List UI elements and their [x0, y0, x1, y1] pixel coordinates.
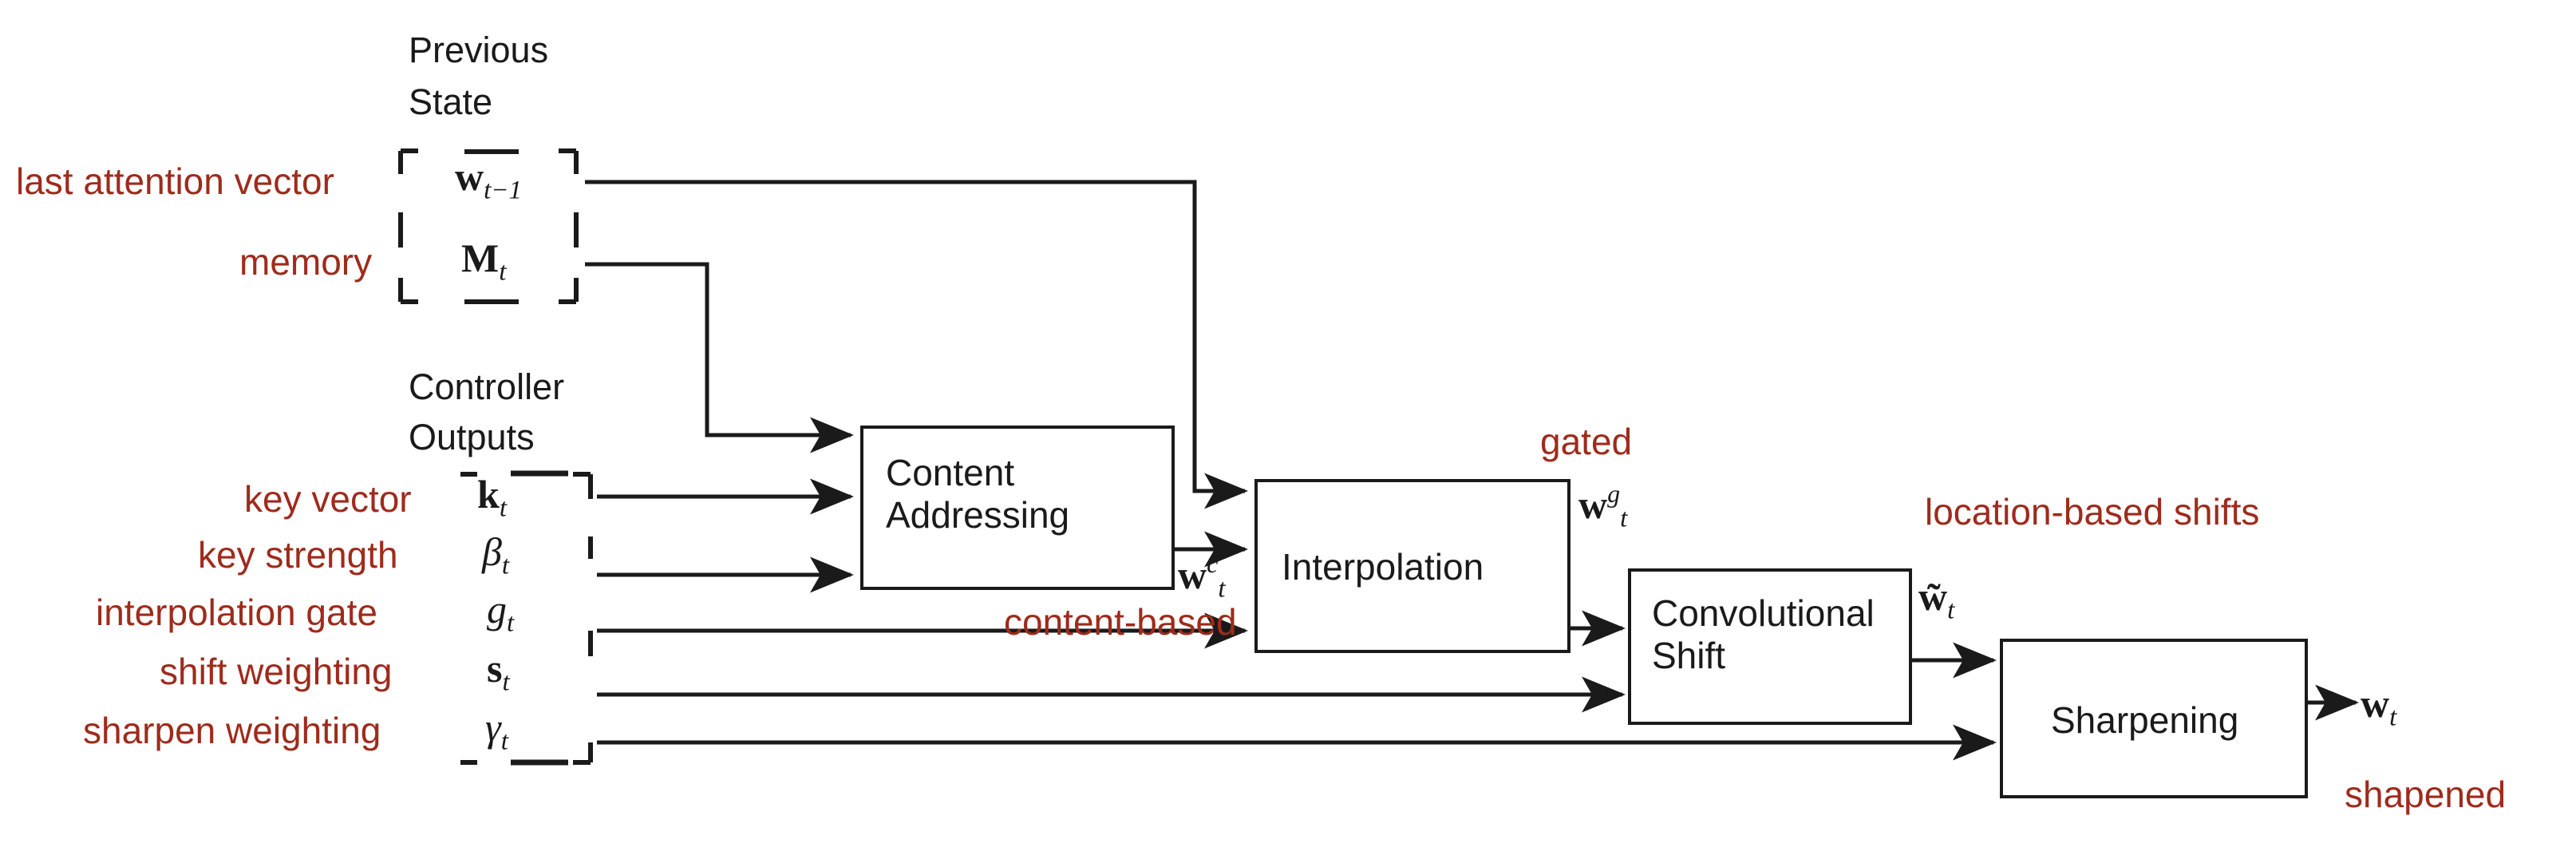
- symbol-shifted-weighting: w̃t: [1918, 574, 1955, 625]
- node-sharpening-label: Sharpening: [2051, 699, 2239, 741]
- annotation-memory: memory: [239, 241, 373, 283]
- annotation-shapened: shapened: [2345, 774, 2507, 815]
- annotation-shift-weighting: shift weighting: [160, 651, 393, 692]
- node-convolutional-shift-label: Convolutional Shift: [1652, 592, 1875, 677]
- symbol-interpolation-gate: gt: [487, 587, 515, 638]
- symbol-w-prev: wt−1: [455, 154, 523, 205]
- diagram-canvas: Content Addressing Interpolation Convolu…: [0, 0, 2576, 867]
- controller-outputs-heading-line1: Controller: [409, 366, 565, 407]
- annotation-content-based: content-based: [1004, 601, 1237, 643]
- previous-state-heading-line2: State: [409, 81, 493, 122]
- annotation-sharpen-weighting: sharpen weighting: [83, 710, 381, 751]
- symbol-content-based-weighting: wct: [1178, 549, 1226, 604]
- symbol-output-weighting: wt: [2361, 681, 2397, 732]
- node-content-addressing-label: Content Addressing: [886, 452, 1070, 536]
- controller-outputs-heading-line2: Outputs: [409, 417, 535, 457]
- symbol-shift-weighting: st: [487, 646, 510, 697]
- edge-memory-to-content-addressing: [585, 262, 855, 453]
- annotation-location-based-shifts: location-based shifts: [1925, 491, 2260, 532]
- controller-outputs-bracket-ticks: [511, 470, 568, 766]
- symbol-gated-weighting: wgt: [1578, 479, 1628, 533]
- node-interpolation-label: Interpolation: [1282, 546, 1484, 588]
- annotation-key-vector: key vector: [244, 478, 412, 520]
- annotation-key-strength: key strength: [198, 534, 398, 576]
- previous-state-heading-line1: Previous: [409, 30, 549, 70]
- symbol-key-vector: kt: [477, 472, 507, 523]
- symbol-sharpen-weighting: γt: [485, 705, 508, 756]
- symbol-key-strength: βt: [482, 529, 510, 580]
- annotation-last-attention-vector: last attention vector: [16, 160, 334, 202]
- annotation-interpolation-gate: interpolation gate: [96, 592, 377, 633]
- annotation-gated: gated: [1540, 421, 1633, 462]
- symbol-memory: Mt: [461, 236, 507, 287]
